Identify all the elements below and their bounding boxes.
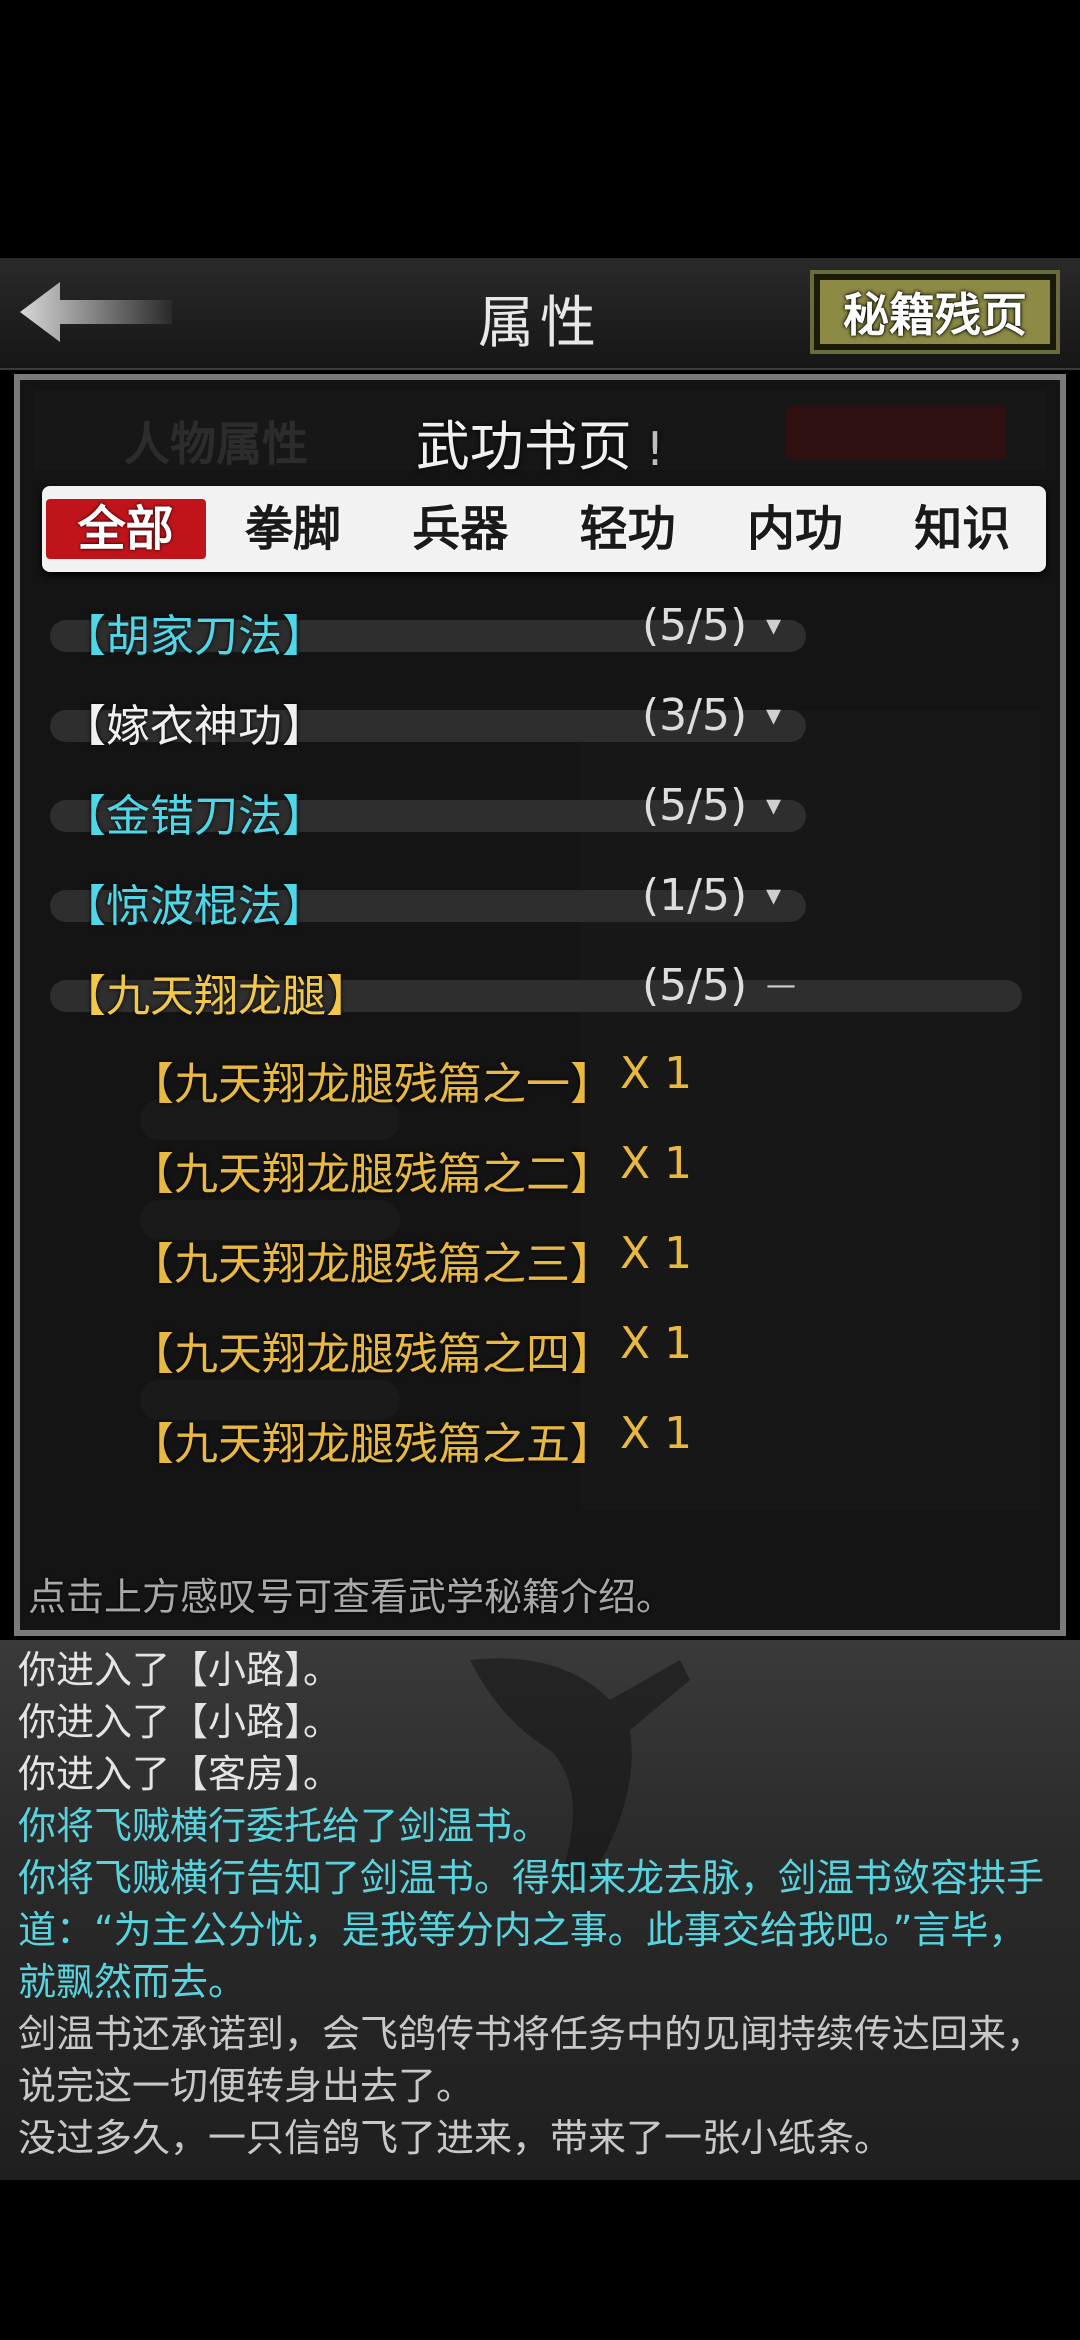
category-tabs: 全部 拳脚 兵器 轻功 内功 知识 [42, 486, 1046, 572]
skill-count: (5/5) [642, 960, 748, 1011]
skill-count: (1/5) [642, 870, 748, 921]
fragment-name: 【九天翔龙腿残篇之一】 [130, 1059, 614, 1110]
fragment-name: 【九天翔龙腿残篇之五】 [130, 1419, 614, 1470]
dialog-title: 武功书页! [20, 402, 1060, 481]
fragment-item[interactable]: 【九天翔龙腿残篇之二】 X 1 [20, 1126, 1060, 1216]
log-line: 你进入了【小路】。 [18, 1648, 342, 1692]
fragment-qty: X 1 [620, 1048, 693, 1099]
secret-fragments-button[interactable]: 秘籍残页 [810, 270, 1060, 354]
dialog-title-text: 武功书页 [415, 415, 632, 478]
top-bar: 属性 秘籍残页 [0, 258, 1080, 370]
log-line: 你进入了【客房】。 [18, 1752, 342, 1796]
skill-name: 【金错刀法】 [62, 791, 326, 842]
expand-chevron-icon[interactable]: ▾ [766, 788, 781, 823]
collapse-minus-icon[interactable]: — [766, 968, 796, 1003]
tab-lightness[interactable]: 轻功 [548, 499, 708, 559]
skill-pages-dialog: 人物属性 武功书页! 全部 拳脚 兵器 轻功 内功 知识 【胡家刀法】 (5/5… [14, 374, 1066, 1636]
skill-name: 【惊波棍法】 [62, 881, 326, 932]
skill-count: (3/5) [642, 690, 748, 741]
expand-chevron-icon[interactable]: ▾ [766, 878, 781, 913]
skill-count: (5/5) [642, 780, 748, 831]
fragment-item[interactable]: 【九天翔龙腿残篇之四】 X 1 [20, 1306, 1060, 1396]
fragment-name: 【九天翔龙腿残篇之二】 [130, 1149, 614, 1200]
fragment-qty: X 1 [620, 1138, 693, 1189]
fragment-qty: X 1 [620, 1228, 693, 1279]
tab-knowledge[interactable]: 知识 [882, 499, 1042, 559]
skill-row[interactable]: 【惊波棍法】 (1/5) ▾ [20, 856, 1060, 946]
skill-row[interactable]: 【胡家刀法】 (5/5) ▾ [20, 586, 1060, 676]
fragment-item[interactable]: 【九天翔龙腿残篇之三】 X 1 [20, 1216, 1060, 1306]
log-line: 剑温书还承诺到，会飞鸽传书将任务中的见闻持续传达回来，说完这一切便转身出去了。 [18, 2012, 1045, 2108]
tab-all[interactable]: 全部 [45, 499, 206, 559]
log-line: 你进入了【小路】。 [18, 1700, 342, 1744]
skill-row[interactable]: 【金错刀法】 (5/5) ▾ [20, 766, 1060, 856]
log-line: 你将飞贼横行告知了剑温书。得知来龙去脉，剑温书敛容拱手道：“为主公分忧，是我等分… [18, 1856, 1045, 2004]
fragment-name: 【九天翔龙腿残篇之四】 [130, 1329, 614, 1380]
skill-row-expanded[interactable]: 【九天翔龙腿】 (5/5) — [20, 946, 1060, 1036]
expand-chevron-icon[interactable]: ▾ [766, 608, 781, 643]
hint-text: 点击上方感叹号可查看武学秘籍介绍。 [28, 1575, 675, 1619]
skill-row[interactable]: 【嫁衣神功】 (3/5) ▾ [20, 676, 1060, 766]
fragment-qty: X 1 [620, 1408, 693, 1459]
tab-inner-power[interactable]: 内功 [715, 499, 875, 559]
message-log[interactable]: 你进入了【小路】。 你进入了【小路】。 你进入了【客房】。 你将飞贼横行委托给了… [0, 1640, 1080, 2180]
info-exclamation-icon[interactable]: ! [646, 422, 664, 476]
fragment-item[interactable]: 【九天翔龙腿残篇之五】 X 1 [20, 1396, 1060, 1486]
secret-fragments-label: 秘籍残页 [820, 280, 1050, 344]
fragment-item[interactable]: 【九天翔龙腿残篇之一】 X 1 [20, 1036, 1060, 1126]
fragment-qty: X 1 [620, 1318, 693, 1369]
tab-weapons[interactable]: 兵器 [380, 499, 540, 559]
log-lines: 你进入了【小路】。 你进入了【小路】。 你进入了【客房】。 你将飞贼横行委托给了… [0, 1640, 1080, 2164]
log-line: 没过多久，一只信鸽飞了进来，带来了一张小纸条。 [18, 2116, 893, 2160]
fragment-name: 【九天翔龙腿残篇之三】 [130, 1239, 614, 1290]
log-line: 你将飞贼横行委托给了剑温书。 [18, 1804, 551, 1848]
skill-list: 【胡家刀法】 (5/5) ▾ 【嫁衣神功】 (3/5) ▾ 【金错刀法】 (5/… [20, 586, 1060, 1486]
tab-fist-kick[interactable]: 拳脚 [213, 499, 373, 559]
skill-name: 【胡家刀法】 [62, 611, 326, 662]
expand-chevron-icon[interactable]: ▾ [766, 698, 781, 733]
skill-name: 【九天翔龙腿】 [62, 971, 370, 1022]
skill-name: 【嫁衣神功】 [62, 701, 326, 752]
skill-count: (5/5) [642, 600, 748, 651]
